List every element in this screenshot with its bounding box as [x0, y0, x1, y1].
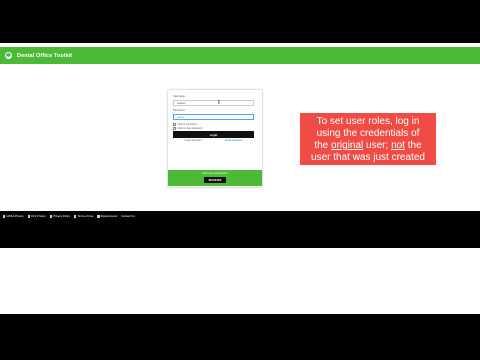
footer-link-hipaa-privacy[interactable]: HIPAA Privacy [3, 215, 24, 218]
document-icon [27, 215, 31, 218]
check-circle-icon [5, 52, 12, 59]
remember-checkbox-row[interactable]: Click to remember [173, 123, 197, 126]
show-password-checkbox[interactable] [173, 127, 176, 130]
register-button[interactable]: REGISTER [204, 177, 226, 183]
footer-links: HIPAA Privacy DLS Privacy Privacy Policy… [3, 215, 135, 218]
app-header: Dental Office Toolkit [0, 47, 480, 64]
forgot-password-link[interactable]: Forgot password [185, 140, 202, 142]
footer-link-privacy-policy[interactable]: Privacy Policy [49, 215, 70, 218]
login-button[interactable]: Login [173, 131, 254, 138]
footer-link-contact[interactable]: Contact Us [121, 215, 134, 218]
footer-link-dls-privacy[interactable]: DLS Privacy [27, 215, 46, 218]
remember-label: Click to remember [177, 123, 197, 126]
forgot-username-link[interactable]: Forgot username [225, 140, 243, 142]
password-input[interactable]: •••••••• [173, 114, 254, 120]
video-frame: Dental Office Toolkit Username testuser … [0, 43, 480, 314]
login-links: Forgot password Forgot username [173, 140, 254, 142]
document-icon [73, 215, 77, 218]
show-password-checkbox-row[interactable]: Click to show password [173, 127, 202, 130]
remember-checkbox[interactable] [173, 123, 176, 126]
text-cursor-icon: I [218, 99, 220, 106]
callout-emphasis-original: original [331, 140, 364, 151]
password-label: Password [173, 109, 185, 112]
app-title: Dental Office Toolkit [17, 52, 73, 59]
footer-link-requirements[interactable]: Requirements [97, 215, 117, 218]
document-icon [49, 215, 53, 218]
show-password-label: Click to show password [177, 127, 203, 130]
callout-line-3: the original user; not the [314, 140, 422, 151]
register-bar: Don't have an account? REGISTER [168, 170, 262, 186]
username-label: Username [173, 95, 185, 98]
callout-line-4: user that was just created [311, 152, 425, 163]
footer-link-terms[interactable]: Terms of Use [73, 215, 93, 218]
register-prompt: Don't have an account? [202, 171, 228, 175]
footer-bar: HIPAA Privacy DLS Privacy Privacy Policy… [0, 211, 480, 248]
callout-line-2: using the credentials of [316, 128, 420, 139]
username-input[interactable]: testuser [173, 100, 254, 106]
document-icon [97, 215, 100, 218]
instruction-callout: To set user roles, log in using the cred… [300, 113, 436, 165]
document-icon [3, 215, 6, 218]
callout-line-1: To set user roles, log in [316, 116, 420, 127]
callout-emphasis-not: not [391, 140, 405, 151]
